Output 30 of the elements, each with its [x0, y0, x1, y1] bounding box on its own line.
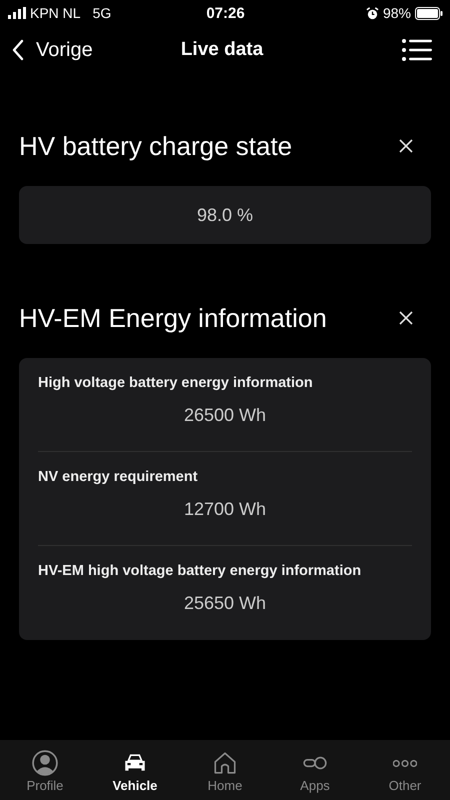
- tab[interactable]: Apps: [270, 740, 360, 800]
- more-icon: [393, 760, 417, 766]
- data-value: 25650 Wh: [182, 593, 268, 614]
- battery-percent: 98%: [382, 5, 411, 21]
- section-title: HV-EM Energy information: [19, 302, 327, 334]
- back-chevron-icon: [12, 39, 24, 61]
- person-icon: [32, 750, 58, 776]
- data-label: NV energy requirement: [38, 469, 199, 485]
- clock-time: 07:26: [206, 4, 245, 22]
- carrier-name: KPN NL: [30, 5, 81, 21]
- tab[interactable]: Home: [180, 740, 270, 800]
- back-button[interactable]: Vorige: [12, 38, 122, 62]
- tab[interactable]: Profile: [0, 740, 90, 800]
- signal-icon: [8, 7, 26, 19]
- data-value: 26500 Wh: [182, 405, 268, 426]
- house-icon: [212, 750, 238, 776]
- battery-icon: [415, 6, 443, 20]
- section-title: HV battery charge state: [19, 130, 292, 162]
- page-title: Live data: [180, 39, 264, 61]
- data-label: High voltage battery energy information: [38, 375, 314, 391]
- network-type: 5G: [92, 5, 112, 21]
- tab[interactable]: Vehicle: [90, 740, 180, 800]
- data-value: 12700 Wh: [182, 499, 268, 520]
- alarm-icon: [366, 6, 379, 20]
- tab[interactable]: Other: [360, 740, 450, 800]
- menu-icon: [402, 39, 432, 61]
- close-icon: [399, 139, 413, 153]
- data-value: 98.0 %: [196, 204, 254, 226]
- close-icon: [399, 311, 413, 325]
- data-label: HV-EM high voltage battery energy information: [38, 563, 362, 579]
